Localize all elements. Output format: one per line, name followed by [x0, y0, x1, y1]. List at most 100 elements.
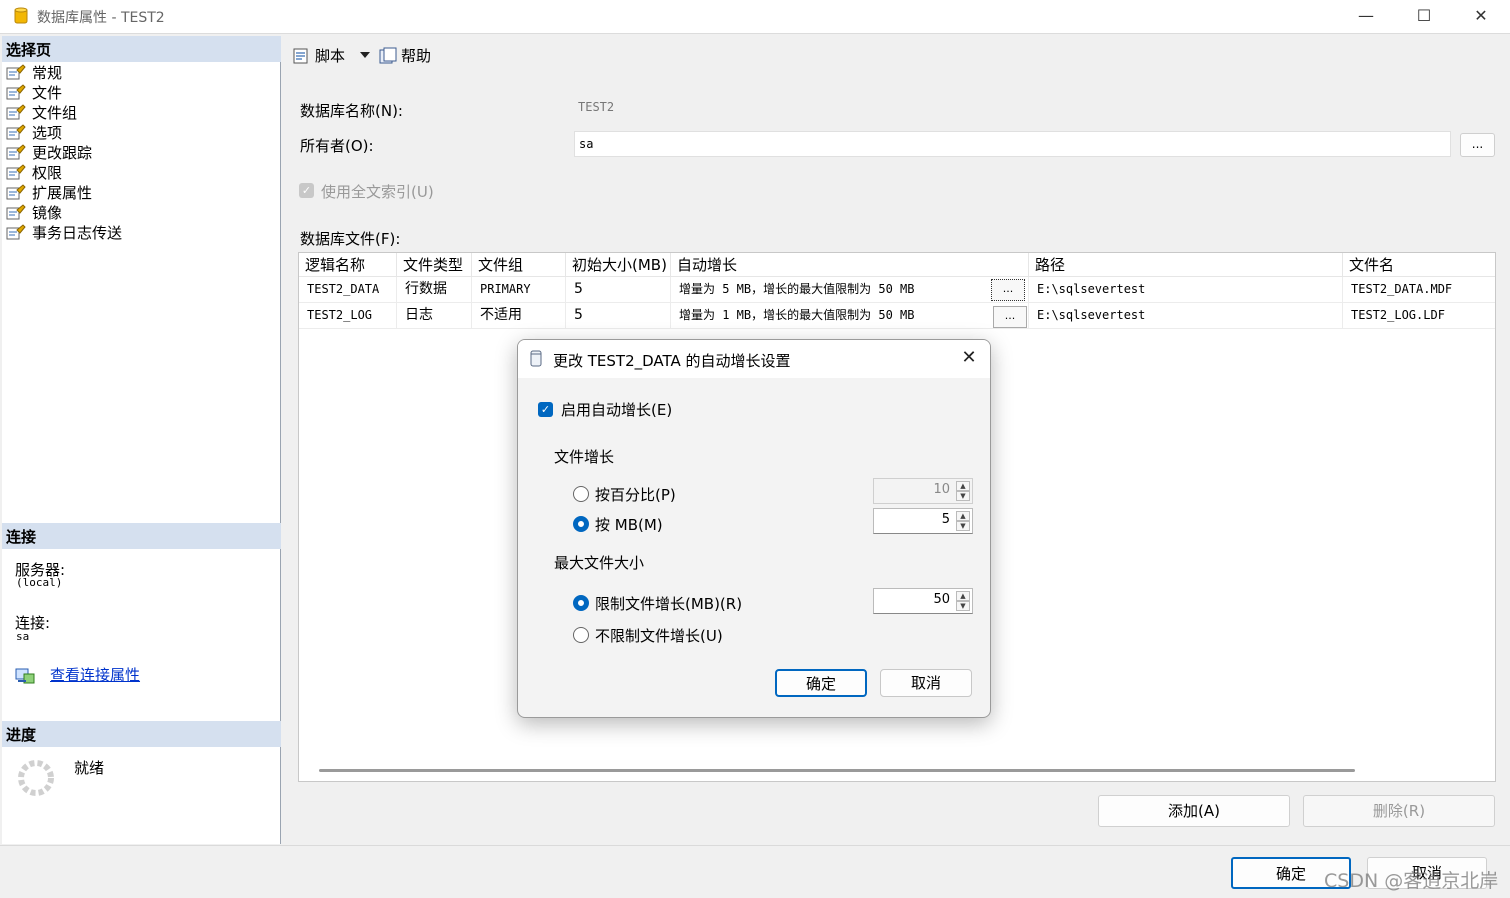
- growth-by-percent-label: 按百分比(P): [595, 486, 676, 504]
- cell-autogrowth: 增量为 5 MB，增长的最大值限制为 50 MB: [671, 277, 1029, 303]
- limited-growth-label: 限制文件增长(MB)(R): [595, 595, 743, 613]
- sidebar-page-label: 事务日志传送: [32, 224, 123, 242]
- page-wrench-icon: [6, 84, 26, 100]
- sidebar-page-item[interactable]: 镜像: [6, 203, 62, 223]
- db-files-label: 数据库文件(F):: [300, 230, 401, 248]
- dialog-title: 更改 TEST2_DATA 的自动增长设置: [553, 352, 791, 370]
- sidebar-page-item[interactable]: 权限: [6, 163, 62, 183]
- close-window-button[interactable]: ✕: [1452, 0, 1510, 34]
- database-icon: [14, 7, 28, 24]
- cell-initial-size[interactable]: 5: [566, 277, 671, 303]
- sidebar-page-label: 镜像: [32, 204, 63, 222]
- sidebar-page-item[interactable]: 事务日志传送: [6, 223, 122, 243]
- stepper-down-icon[interactable]: ▼: [956, 491, 970, 501]
- horizontal-scrollbar[interactable]: [319, 769, 1355, 772]
- autogrowth-edit-button[interactable]: ...: [991, 279, 1025, 301]
- unlimited-growth-radio[interactable]: [573, 627, 589, 643]
- percent-stepper[interactable]: 10 ▲ ▼: [873, 478, 973, 504]
- delete-button[interactable]: 删除(R): [1303, 795, 1495, 827]
- maximize-button[interactable]: ☐: [1395, 0, 1453, 34]
- sidebar-page-item[interactable]: 常规: [6, 63, 62, 83]
- sidebar-page-label: 更改跟踪: [32, 144, 93, 162]
- cell-filegroup[interactable]: 不适用: [472, 303, 566, 329]
- autogrowth-edit-button[interactable]: ...: [993, 306, 1027, 328]
- watermark: CSDN @客逍京北岸: [1324, 870, 1499, 892]
- col-header-group[interactable]: 文件组: [472, 253, 566, 277]
- cell-logical-name[interactable]: TEST2_DATA: [299, 277, 397, 303]
- connection-value: sa: [16, 630, 30, 643]
- col-header-autogrowth[interactable]: 自动增长: [671, 253, 1029, 277]
- max-size-stepper[interactable]: 50 ▲ ▼: [873, 588, 973, 614]
- cell-file-type[interactable]: 行数据: [397, 277, 472, 303]
- unlimited-growth-label: 不限制文件增长(U): [595, 627, 723, 645]
- stepper-up-icon[interactable]: ▲: [956, 481, 970, 491]
- page-wrench-icon: [6, 184, 26, 200]
- dialog-cancel-button[interactable]: 取消: [880, 669, 972, 697]
- cell-file-type[interactable]: 日志: [397, 303, 472, 329]
- file-growth-heading: 文件增长: [554, 448, 615, 466]
- help-button[interactable]: 帮助: [378, 46, 431, 68]
- sidebar-page-item[interactable]: 文件组: [6, 103, 77, 123]
- cell-filename[interactable]: TEST2_LOG.LDF: [1343, 303, 1495, 329]
- script-dropdown-arrow[interactable]: [360, 52, 370, 58]
- stepper-up-icon[interactable]: ▲: [956, 511, 970, 521]
- sidebar-page-item[interactable]: 文件: [6, 83, 62, 103]
- window-titlebar: 数据库属性 - TEST2 — ☐ ✕: [0, 0, 1510, 34]
- dialog-ok-button[interactable]: 确定: [775, 669, 867, 697]
- fulltext-label: 使用全文索引(U): [321, 183, 434, 201]
- cell-path[interactable]: E:\sqlsevertest: [1029, 303, 1343, 329]
- fulltext-checkbox[interactable]: ✓: [299, 183, 314, 198]
- growth-by-percent-radio[interactable]: [573, 486, 589, 502]
- growth-by-mb-radio[interactable]: [573, 516, 589, 532]
- limited-growth-radio[interactable]: [573, 595, 589, 611]
- col-header-path[interactable]: 路径: [1029, 253, 1343, 277]
- view-connection-properties-link[interactable]: 查看连接属性: [50, 664, 140, 685]
- max-size-heading: 最大文件大小: [554, 554, 645, 572]
- col-header-size[interactable]: 初始大小(MB): [566, 253, 671, 277]
- page-wrench-icon: [6, 204, 26, 220]
- progress-status: 就绪: [74, 759, 105, 777]
- sidebar-page-label: 文件: [32, 84, 63, 102]
- stepper-down-icon[interactable]: ▼: [956, 601, 970, 611]
- window-title: 数据库属性 - TEST2: [37, 10, 165, 26]
- sidebar-page-item[interactable]: 更改跟踪: [6, 143, 92, 163]
- enable-autogrow-checkbox[interactable]: ✓: [538, 402, 553, 417]
- col-header-logical[interactable]: 逻辑名称: [299, 253, 397, 277]
- sidebar-page-item[interactable]: 选项: [6, 123, 62, 143]
- progress-heading: 进度: [2, 721, 281, 747]
- cell-path[interactable]: E:\sqlsevertest: [1029, 277, 1343, 303]
- script-button[interactable]: 脚本: [292, 46, 345, 68]
- growth-by-mb-label: 按 MB(M): [595, 516, 663, 534]
- page-wrench-icon: [6, 104, 26, 120]
- help-icon: [379, 47, 397, 64]
- dialog-close-button[interactable]: ✕: [958, 347, 980, 369]
- sidebar-page-item[interactable]: 扩展属性: [6, 183, 92, 203]
- stepper-up-icon[interactable]: ▲: [956, 591, 970, 601]
- server-value: (local): [16, 576, 63, 589]
- cell-logical-name[interactable]: TEST2_LOG: [299, 303, 397, 329]
- col-header-filename[interactable]: 文件名: [1343, 253, 1495, 277]
- cell-initial-size[interactable]: 5: [566, 303, 671, 329]
- script-icon: [293, 48, 308, 64]
- add-button[interactable]: 添加(A): [1098, 795, 1290, 827]
- minimize-button[interactable]: —: [1337, 0, 1395, 34]
- cell-filegroup[interactable]: PRIMARY: [472, 277, 566, 303]
- percent-value: 10: [933, 482, 950, 497]
- max-size-value: 50: [933, 592, 950, 607]
- mb-value: 5: [941, 512, 950, 527]
- dialog-titlebar: 更改 TEST2_DATA 的自动增长设置 ✕: [518, 340, 990, 378]
- connection-properties-icon: [15, 668, 35, 684]
- cell-filename[interactable]: TEST2_DATA.MDF: [1343, 277, 1495, 303]
- page-wrench-icon: [6, 124, 26, 140]
- connection-heading: 连接: [2, 523, 281, 549]
- col-header-type[interactable]: 文件类型: [397, 253, 472, 277]
- sidebar-page-label: 扩展属性: [32, 184, 93, 202]
- progress-spinner-icon: [18, 760, 54, 796]
- mb-stepper[interactable]: 5 ▲ ▼: [873, 508, 973, 534]
- owner-browse-button[interactable]: ...: [1460, 133, 1495, 157]
- owner-input[interactable]: sa: [574, 131, 1451, 157]
- stepper-down-icon[interactable]: ▼: [956, 521, 970, 531]
- toolbar: 脚本 帮助: [282, 36, 1510, 76]
- database-file-icon: [530, 350, 542, 367]
- cell-autogrowth: 增量为 1 MB，增长的最大值限制为 50 MB: [671, 303, 1029, 329]
